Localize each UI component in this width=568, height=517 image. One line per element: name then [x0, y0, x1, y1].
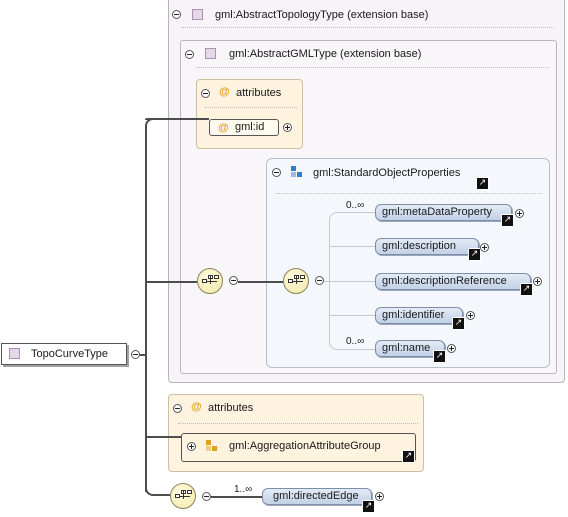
expand-toggle-description[interactable] [480, 243, 489, 252]
connector [145, 436, 181, 438]
collapse-toggle-ext-inner[interactable] [185, 50, 194, 59]
complex-type-icon [205, 48, 216, 59]
collapse-toggle-sequence-3[interactable] [202, 492, 211, 501]
attribute-group-label: gml:AggregationAttributeGroup [229, 440, 381, 452]
element-label: gml:description [382, 240, 456, 252]
group-standard-object-properties [266, 158, 550, 368]
cardinality-label: 1..∞ [234, 484, 253, 495]
collapse-toggle-outer-attributes[interactable] [173, 404, 182, 413]
connector [238, 281, 284, 283]
expand-toggle-directededge[interactable] [375, 492, 384, 501]
collapse-toggle-sequence-2[interactable] [315, 276, 324, 285]
element-label: gml:descriptionReference [382, 275, 507, 287]
inner-attributes-title: attributes [236, 87, 282, 99]
connector [329, 281, 375, 282]
group-name: gml:StandardObjectProperties [313, 167, 461, 179]
divider [276, 193, 542, 194]
expand-toggle-identifier[interactable] [466, 311, 475, 320]
root-element-label: TopoCurveType [31, 348, 109, 360]
attribute-gml-id[interactable]: @ gml:id [209, 119, 279, 136]
reference-arrow-icon[interactable]: ↗ [501, 214, 514, 227]
cardinality-label: 0..∞ [346, 200, 365, 211]
connector [329, 246, 375, 247]
element-gml-description[interactable]: gml:description [375, 238, 479, 255]
element-label: gml:metaDataProperty [382, 206, 493, 218]
complex-type-icon [192, 9, 203, 20]
reference-arrow-icon[interactable]: ↗ [468, 248, 481, 261]
ext-inner-label: gml:AbstractGMLType (extension base) [229, 48, 422, 60]
divider [182, 27, 554, 28]
connector-corner [145, 486, 171, 496]
collapse-toggle-inner-attributes[interactable] [201, 89, 210, 98]
reference-arrow-icon[interactable]: ↗ [433, 350, 446, 363]
connector [211, 496, 263, 498]
expand-toggle-descriptionreference[interactable] [533, 277, 542, 286]
expand-toggle-name[interactable] [447, 344, 456, 353]
attribute-icon: @ [191, 401, 202, 413]
reference-arrow-icon[interactable]: ↗ [362, 500, 375, 513]
attribute-icon: @ [219, 86, 230, 98]
expand-toggle-gml-id[interactable] [283, 123, 292, 132]
divider [196, 67, 548, 68]
attribute-group-icon [206, 440, 218, 452]
element-label: gml:name [382, 342, 431, 354]
connector [145, 281, 197, 283]
reference-arrow-icon[interactable]: ↗ [402, 450, 415, 463]
divider [178, 423, 418, 424]
connector [145, 118, 209, 120]
reference-arrow-icon[interactable]: ↗ [520, 283, 533, 296]
collapse-toggle-root[interactable] [131, 350, 140, 359]
expand-toggle-aggregation-group[interactable] [187, 442, 196, 451]
connector-corner [329, 212, 375, 224]
element-gml-metadataproperty[interactable]: gml:metaDataProperty [375, 204, 512, 221]
collapse-toggle-group[interactable] [272, 168, 281, 177]
reference-arrow-icon[interactable]: ↗ [476, 177, 489, 190]
collapse-toggle-sequence-1[interactable] [229, 276, 238, 285]
expand-toggle-metadataproperty[interactable] [515, 209, 524, 218]
group-icon [291, 166, 303, 178]
complex-type-icon [9, 348, 20, 359]
element-gml-directededge[interactable]: gml:directedEdge [262, 488, 372, 505]
element-gml-identifier[interactable]: gml:identifier [375, 307, 463, 324]
ext-outer-label: gml:AbstractTopologyType (extension base… [215, 9, 429, 21]
cardinality-label: 0..∞ [346, 336, 365, 347]
element-gml-descriptionreference[interactable]: gml:descriptionReference [375, 273, 531, 290]
element-label: gml:directedEdge [273, 490, 359, 502]
sequence-compositor-3[interactable] [170, 483, 196, 509]
attribute-gml-id-label: gml:id [235, 121, 265, 133]
reference-arrow-icon[interactable]: ↗ [452, 317, 465, 330]
collapse-toggle-ext-outer[interactable] [172, 10, 181, 19]
connector [329, 315, 375, 316]
element-label: gml:identifier [382, 309, 445, 321]
divider [205, 107, 297, 108]
sequence-compositor-1[interactable] [197, 268, 223, 294]
attribute-icon: @ [218, 122, 229, 134]
sequence-compositor-2[interactable] [283, 268, 309, 294]
outer-attributes-title: attributes [208, 402, 254, 414]
